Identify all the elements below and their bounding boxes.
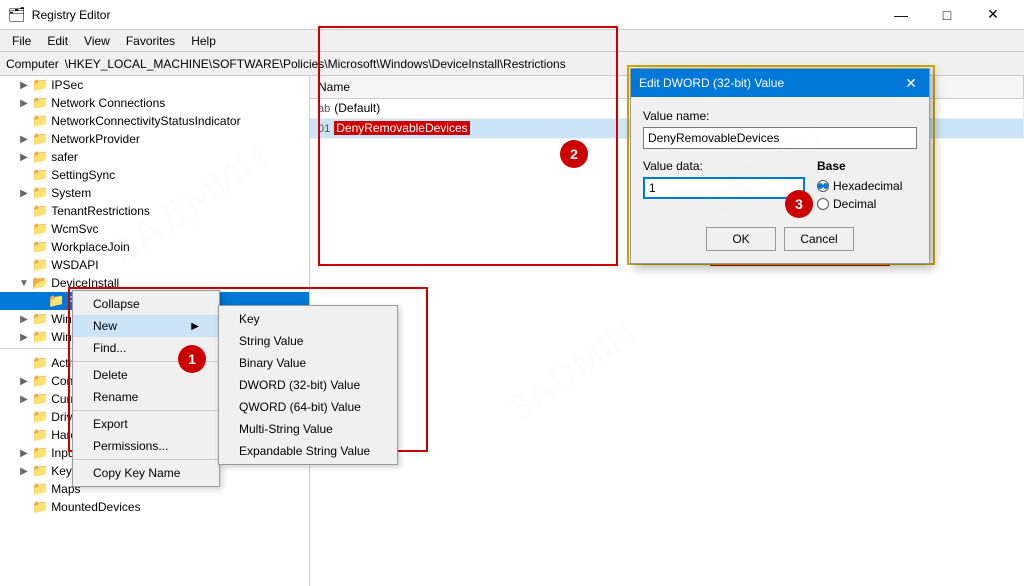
chevron-icon: ▶ (16, 98, 32, 109)
menu-view[interactable]: View (76, 32, 118, 50)
ctx-new[interactable]: New ▶ (73, 315, 219, 337)
step3-circle: 3 (785, 190, 813, 218)
step2-circle: 2 (560, 140, 588, 168)
step1-circle: 1 (178, 345, 206, 373)
separator (73, 410, 219, 411)
tree-item-system[interactable]: ▶ 📁 System (0, 184, 309, 202)
tree-item-safer[interactable]: ▶ 📁 safer (0, 148, 309, 166)
tree-label: WSDAPI (51, 258, 98, 272)
deny-removable-devices-label: DenyRemovableDevices (334, 121, 469, 135)
base-area: Base Hexadecimal Decimal (817, 159, 917, 215)
maximize-button[interactable]: □ (924, 0, 970, 30)
sub-string-value[interactable]: String Value (219, 330, 397, 352)
window-title: Registry Editor (32, 8, 878, 22)
value-data-input[interactable] (643, 177, 805, 199)
tree-item-setting-sync[interactable]: 📁 SettingSync (0, 166, 309, 184)
sub-binary-value[interactable]: Binary Value (219, 352, 397, 374)
close-button[interactable]: ✕ (970, 0, 1016, 30)
value-data-label: Value data: (643, 159, 805, 173)
base-label: Base (817, 159, 917, 173)
dialog-buttons: OK Cancel (643, 227, 917, 251)
tree-item-wcmsvc[interactable]: 📁 WcmSvc (0, 220, 309, 238)
tree-label: System (51, 186, 91, 200)
sub-key[interactable]: Key (219, 308, 397, 330)
dialog-title: Edit DWORD (32-bit) Value (639, 76, 784, 90)
tree-context-menu: Collapse New ▶ Find... Delete Rename Exp… (72, 290, 220, 487)
tree-item-mounted-devices[interactable]: 📁 MountedDevices (0, 498, 309, 516)
chevron-icon: ▶ (16, 314, 32, 325)
ok-button[interactable]: OK (706, 227, 776, 251)
tree-label: IPSec (51, 78, 83, 92)
menu-favorites[interactable]: Favorites (118, 32, 183, 50)
sub-qword-value[interactable]: QWORD (64-bit) Value (219, 396, 397, 418)
chevron-icon: ▶ (16, 448, 32, 459)
title-bar: 🗂 Registry Editor — □ ✕ (0, 0, 1024, 30)
tree-item-ipsec[interactable]: ▶ 📁 IPSec (0, 76, 309, 94)
chevron-icon: ▶ (16, 134, 32, 145)
dialog-title-bar: Edit DWORD (32-bit) Value ✕ (631, 69, 929, 97)
tree-label: WcmSvc (51, 222, 98, 236)
dialog-body: Value name: DenyRemovableDevices Value d… (631, 97, 929, 263)
dec-radio-row[interactable]: Decimal (817, 197, 917, 211)
edit-dword-dialog: Edit DWORD (32-bit) Value ✕ Value name: … (630, 68, 930, 264)
address-path: \HKEY_LOCAL_MACHINE\SOFTWARE\Policies\Mi… (65, 57, 566, 71)
chevron-icon: ▶ (16, 376, 32, 387)
dialog-close-button[interactable]: ✕ (901, 73, 921, 93)
sub-expandable-string-value[interactable]: Expandable String Value (219, 440, 397, 462)
hex-radio[interactable] (817, 180, 829, 192)
chevron-icon: ▶ (16, 332, 32, 343)
tree-label: safer (51, 150, 78, 164)
tree-label: TenantRestrictions (51, 204, 150, 218)
ctx-rename[interactable]: Rename (73, 386, 219, 408)
ctx-copy-key-name[interactable]: Copy Key Name (73, 462, 219, 484)
chevron-icon: ▶ (16, 152, 32, 163)
chevron-icon: ▼ (16, 278, 32, 289)
tree-label: SettingSync (51, 168, 115, 182)
tree-item-wsdapi[interactable]: 📁 WSDAPI (0, 256, 309, 274)
tree-item-ncsi[interactable]: 📁 NetworkConnectivityStatusIndicator (0, 112, 309, 130)
app-icon: 🗂 (8, 6, 26, 23)
address-label: Computer (6, 57, 59, 71)
menu-help[interactable]: Help (183, 32, 224, 50)
row-name: ab(Default) (310, 98, 638, 118)
tree-new-submenu: Key String Value Binary Value DWORD (32-… (218, 305, 398, 465)
submenu-arrow-icon: ▶ (191, 321, 199, 332)
sub-multistring-value[interactable]: Multi-String Value (219, 418, 397, 440)
window-controls: — □ ✕ (878, 0, 1016, 30)
row-name: 01DenyRemovableDevices (310, 118, 638, 138)
chevron-icon: ▶ (16, 188, 32, 199)
tree-label: NetworkProvider (51, 132, 140, 146)
tree-item-network-provider[interactable]: ▶ 📁 NetworkProvider (0, 130, 309, 148)
sub-dword-value[interactable]: DWORD (32-bit) Value (219, 374, 397, 396)
chevron-icon: ▶ (16, 80, 32, 91)
tree-label: MountedDevices (51, 500, 140, 514)
dec-label: Decimal (833, 197, 876, 211)
chevron-icon: ▶ (16, 466, 32, 477)
chevron-icon: ▶ (16, 394, 32, 405)
menu-file[interactable]: File (4, 32, 39, 50)
hex-label: Hexadecimal (833, 179, 902, 193)
separator (73, 459, 219, 460)
ctx-permissions[interactable]: Permissions... (73, 435, 219, 457)
value-name-display: DenyRemovableDevices (643, 127, 917, 149)
tree-item-network-connections[interactable]: ▶ 📁 Network Connections (0, 94, 309, 112)
tree-label: DeviceInstall (51, 276, 119, 290)
minimize-button[interactable]: — (878, 0, 924, 30)
ctx-export[interactable]: Export (73, 413, 219, 435)
cancel-button[interactable]: Cancel (784, 227, 854, 251)
tree-item-tenant-restrictions[interactable]: 📁 TenantRestrictions (0, 202, 309, 220)
value-data-area: Value data: (643, 159, 805, 199)
menu-edit[interactable]: Edit (39, 32, 76, 50)
ctx-collapse[interactable]: Collapse (73, 293, 219, 315)
tree-label: Network Connections (51, 96, 165, 110)
value-name-label: Value name: (643, 109, 917, 123)
menu-bar: File Edit View Favorites Help (0, 30, 1024, 52)
dec-radio[interactable] (817, 198, 829, 210)
col-name: Name (310, 76, 638, 98)
hex-radio-row[interactable]: Hexadecimal (817, 179, 917, 193)
tree-label: NetworkConnectivityStatusIndicator (51, 114, 240, 128)
value-data-section: Value data: Base Hexadecimal Decimal (643, 159, 917, 215)
tree-label: WorkplaceJoin (51, 240, 129, 254)
tree-item-workplacejoin[interactable]: 📁 WorkplaceJoin (0, 238, 309, 256)
